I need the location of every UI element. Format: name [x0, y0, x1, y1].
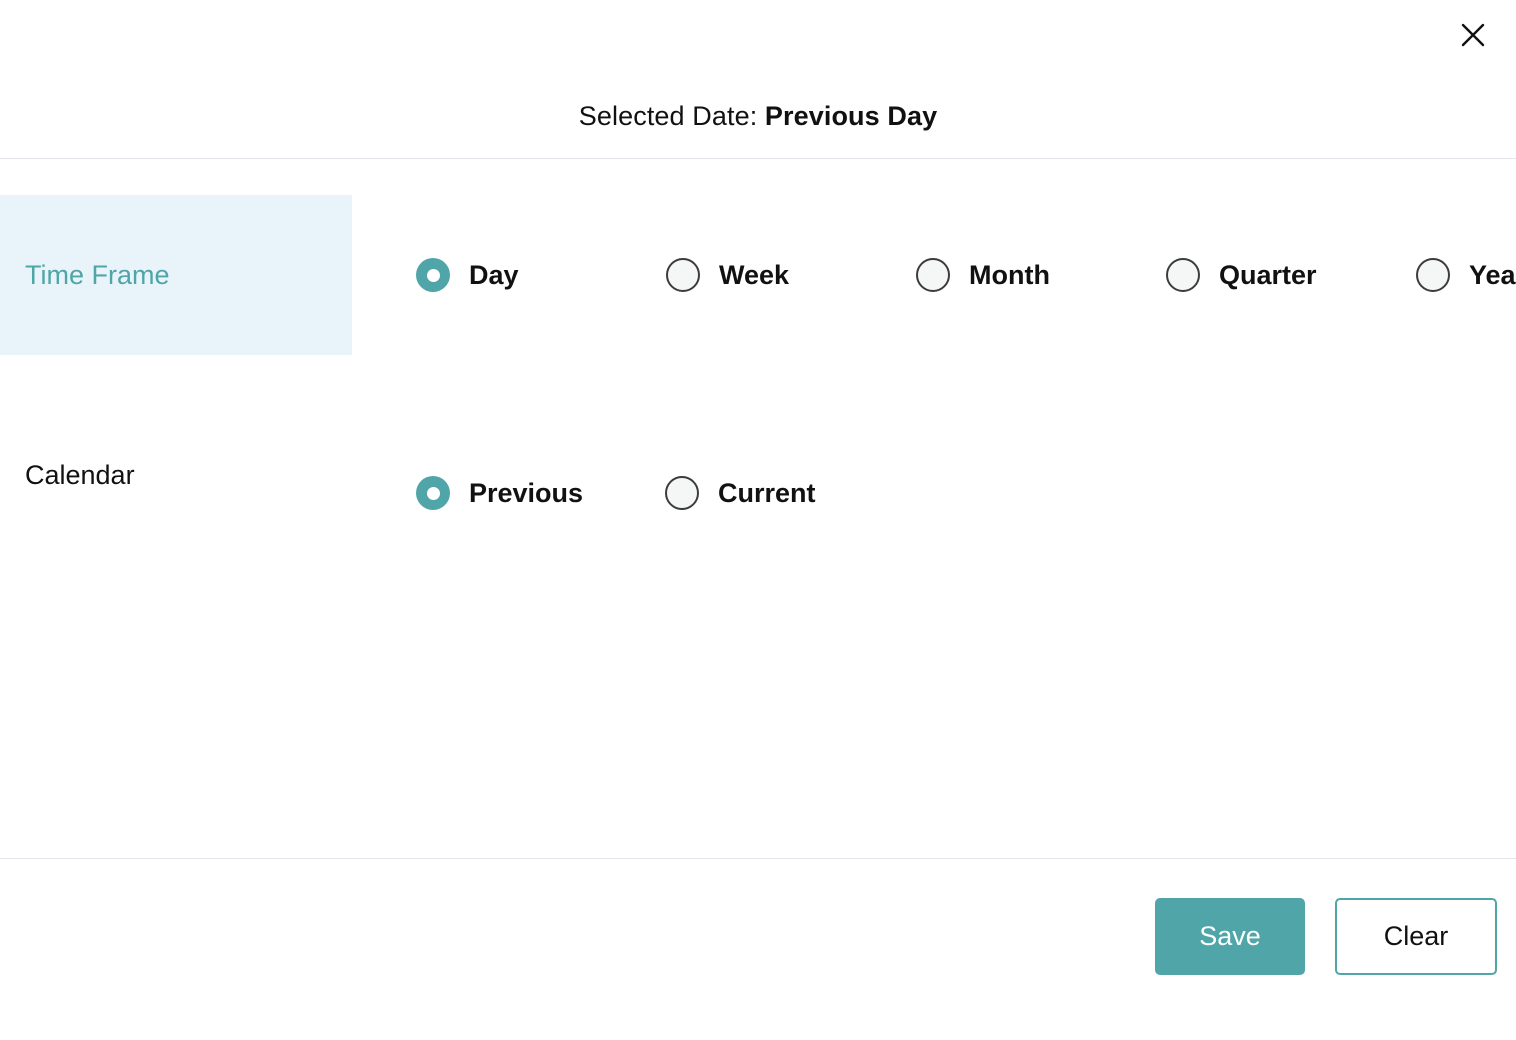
- radio-option-week[interactable]: Week: [666, 258, 916, 292]
- radio-label-previous: Previous: [469, 477, 584, 508]
- radio-unselected-icon: [916, 258, 950, 292]
- dialog-footer: Save Clear: [0, 859, 1516, 1040]
- radio-selected-icon: [416, 476, 450, 510]
- radio-option-month[interactable]: Month: [916, 258, 1166, 292]
- radio-option-day[interactable]: Day: [416, 258, 666, 292]
- selected-date-dialog: Selected Date: Previous Day Time Frame D…: [0, 0, 1516, 1040]
- radio-unselected-icon: [665, 476, 699, 510]
- radio-option-current[interactable]: Current: [665, 476, 914, 510]
- section-label-time-frame-text: Time Frame: [25, 259, 170, 290]
- section-label-calendar[interactable]: Calendar: [0, 395, 352, 555]
- radio-label-week: Week: [719, 259, 790, 290]
- radio-label-current: Current: [718, 477, 816, 508]
- radio-unselected-icon: [1416, 258, 1450, 292]
- radio-label-day: Day: [469, 259, 519, 290]
- radio-option-previous[interactable]: Previous: [416, 476, 665, 510]
- radio-group-calendar: Previous Current: [416, 413, 1506, 573]
- clear-button[interactable]: Clear: [1335, 898, 1497, 975]
- radio-option-year[interactable]: Year: [1416, 258, 1516, 292]
- section-label-calendar-text: Calendar: [25, 459, 135, 490]
- section-label-time-frame[interactable]: Time Frame: [0, 195, 352, 355]
- section-calendar: Calendar Previous Current: [0, 395, 1516, 555]
- page-title-value: Previous Day: [764, 101, 938, 131]
- radio-selected-icon: [416, 258, 450, 292]
- radio-option-quarter[interactable]: Quarter: [1166, 258, 1416, 292]
- page-title-prefix: Selected Date:: [578, 101, 765, 131]
- radio-unselected-icon: [666, 258, 700, 292]
- radio-label-quarter: Quarter: [1219, 259, 1317, 290]
- close-icon[interactable]: [1452, 14, 1494, 56]
- save-button[interactable]: Save: [1155, 898, 1305, 975]
- dialog-body: Time Frame Day Week Month Quarter Yea Ca…: [0, 159, 1516, 859]
- radio-label-year: Year: [1469, 259, 1516, 290]
- dialog-header: Selected Date: Previous Day: [0, 0, 1516, 159]
- section-time-frame: Time Frame Day Week Month Quarter Yea: [0, 195, 1516, 355]
- radio-label-month: Month: [969, 259, 1050, 290]
- page-title: Selected Date: Previous Day: [0, 99, 1516, 133]
- radio-group-time-frame: Day Week Month Quarter Year: [416, 195, 1516, 355]
- radio-unselected-icon: [1166, 258, 1200, 292]
